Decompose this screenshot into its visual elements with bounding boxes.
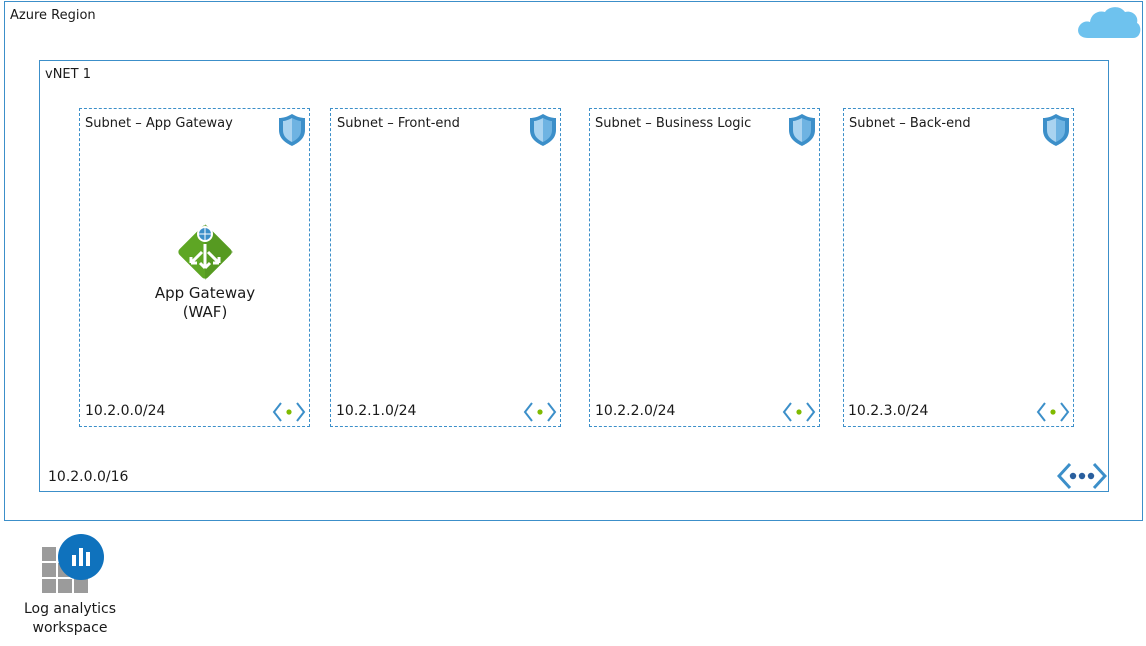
subnet-back-end	[843, 108, 1074, 427]
subnet-title: Subnet – Business Logic	[595, 116, 752, 131]
subnet-business-logic	[589, 108, 820, 427]
subnet-title: Subnet – Back-end	[849, 116, 971, 131]
subnet-connector-icon	[782, 402, 816, 422]
log-analytics-workspace-label: Log analytics workspace	[10, 600, 130, 638]
virtual-network-icon	[1057, 462, 1107, 490]
vnet-label: vNET 1	[45, 67, 91, 82]
cloud-icon	[1078, 7, 1141, 38]
subnet-connector-icon	[1036, 402, 1070, 422]
subnet-cidr: 10.2.3.0/24	[848, 403, 929, 419]
application-gateway-icon	[178, 224, 233, 280]
application-gateway-label: App Gateway (WAF)	[145, 284, 265, 322]
subnet-cidr: 10.2.0.0/24	[85, 403, 166, 419]
network-security-group-icon	[1043, 114, 1069, 146]
subnet-cidr: 10.2.1.0/24	[336, 403, 417, 419]
network-security-group-icon	[530, 114, 556, 146]
log-analytics-line1: Log analytics	[23, 601, 117, 617]
log-analytics-workspace-icon	[42, 534, 104, 593]
subnet-connector-icon	[272, 402, 306, 422]
network-security-group-icon	[279, 114, 305, 146]
application-gateway-name: App Gateway	[154, 284, 256, 302]
vnet-cidr: 10.2.0.0/16	[48, 469, 129, 485]
log-analytics-line2: workspace	[32, 620, 108, 636]
azure-region-label: Azure Region	[10, 8, 96, 23]
subnet-front-end	[330, 108, 561, 427]
network-security-group-icon	[789, 114, 815, 146]
subnet-title: Subnet – App Gateway	[85, 116, 233, 131]
subnet-connector-icon	[523, 402, 557, 422]
application-gateway-sku: (WAF)	[182, 303, 228, 321]
subnet-cidr: 10.2.2.0/24	[595, 403, 676, 419]
subnet-title: Subnet – Front-end	[337, 116, 460, 131]
